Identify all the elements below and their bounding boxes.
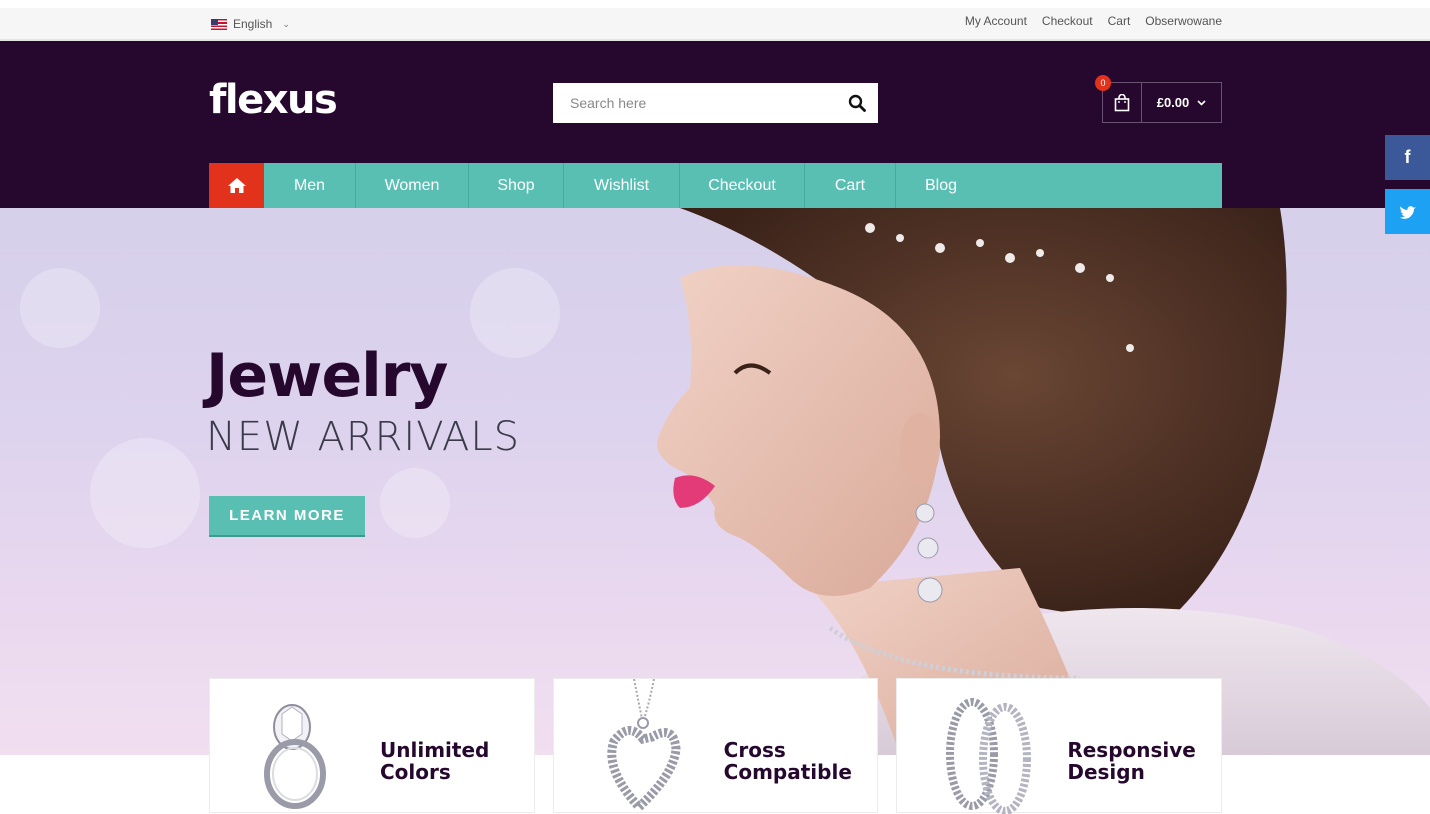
feature-title: Unlimited Colors (380, 739, 530, 783)
feature-title-line: Responsive (1067, 738, 1196, 762)
feature-title: Responsive Design (1067, 739, 1217, 783)
learn-more-button[interactable]: LEARN MORE (209, 496, 365, 537)
feature-title-line: Compatible (723, 760, 852, 784)
twitter-share-button[interactable] (1385, 189, 1430, 234)
nav-item-blog[interactable]: Blog (896, 163, 986, 208)
feature-title-line: Design (1067, 760, 1145, 784)
feature-title-line: Cross (723, 738, 786, 762)
hero-banner: Jewelry NEW ARRIVALS LEARN MORE (0, 208, 1430, 755)
site-header: flexus 0 £0.00 (0, 41, 1430, 208)
chevron-down-icon: ⌄ (282, 18, 290, 29)
utility-bar: English ⌄ My Account Checkout Cart Obser… (0, 8, 1430, 41)
feature-card-responsive: Responsive Design (896, 678, 1223, 814)
link-cart[interactable]: Cart (1108, 14, 1131, 28)
link-checkout[interactable]: Checkout (1042, 14, 1093, 28)
nav-item-cart[interactable]: Cart (805, 163, 896, 208)
feature-card-colors: Unlimited Colors (209, 678, 535, 813)
ring-icon (264, 704, 326, 809)
hero-subtitle: NEW ARRIVALS (206, 414, 521, 460)
nav-item-women[interactable]: Women (356, 163, 469, 208)
cart-count-badge: 0 (1095, 75, 1111, 91)
hoop-earrings-icon (946, 698, 1032, 814)
language-selector[interactable]: English ⌄ (211, 14, 290, 34)
feature-cards: Unlimited Colors Cross Compatible Respon… (209, 678, 1223, 814)
home-icon (227, 178, 246, 193)
main-nav: Men Women Shop Wishlist Checkout Cart Bl… (209, 163, 1222, 208)
facebook-share-button[interactable]: f (1385, 135, 1430, 180)
nav-home-button[interactable] (209, 163, 264, 208)
cart-button[interactable] (1103, 83, 1142, 122)
chevron-down-icon (1197, 99, 1206, 106)
nav-item-wishlist[interactable]: Wishlist (564, 163, 680, 208)
nav-item-shop[interactable]: Shop (469, 163, 564, 208)
cart-total: £0.00 (1156, 95, 1190, 110)
language-label: English (233, 17, 273, 31)
hero-title: Jewelry (206, 341, 448, 411)
feature-card-compatible: Cross Compatible (552, 678, 879, 814)
heart-pendant-icon (606, 679, 681, 814)
search-icon[interactable] (848, 94, 866, 112)
link-my-account[interactable]: My Account (965, 14, 1027, 28)
mini-cart: 0 £0.00 (1095, 75, 1222, 123)
search-box (553, 83, 878, 123)
utility-links: My Account Checkout Cart Obserwowane (965, 14, 1222, 28)
model-portrait-image (657, 208, 1430, 755)
bokeh-light (380, 468, 450, 538)
feature-title-line: Unlimited (380, 738, 490, 762)
bokeh-light (90, 438, 200, 548)
logo[interactable]: flexus (209, 77, 338, 123)
twitter-icon (1399, 205, 1416, 219)
cart-total-dropdown[interactable]: £0.00 (1142, 83, 1221, 122)
feature-title-line: Colors (380, 760, 451, 784)
nav-item-men[interactable]: Men (264, 163, 356, 208)
facebook-icon: f (1404, 147, 1411, 167)
feature-title: Cross Compatible (724, 739, 874, 783)
top-spacer (0, 0, 1430, 8)
search-input[interactable] (553, 84, 833, 122)
nav-item-checkout[interactable]: Checkout (680, 163, 805, 208)
us-flag-icon (211, 18, 227, 30)
bokeh-light (20, 268, 100, 348)
shopping-bag-icon (1114, 93, 1130, 111)
link-wishlist[interactable]: Obserwowane (1145, 14, 1222, 28)
